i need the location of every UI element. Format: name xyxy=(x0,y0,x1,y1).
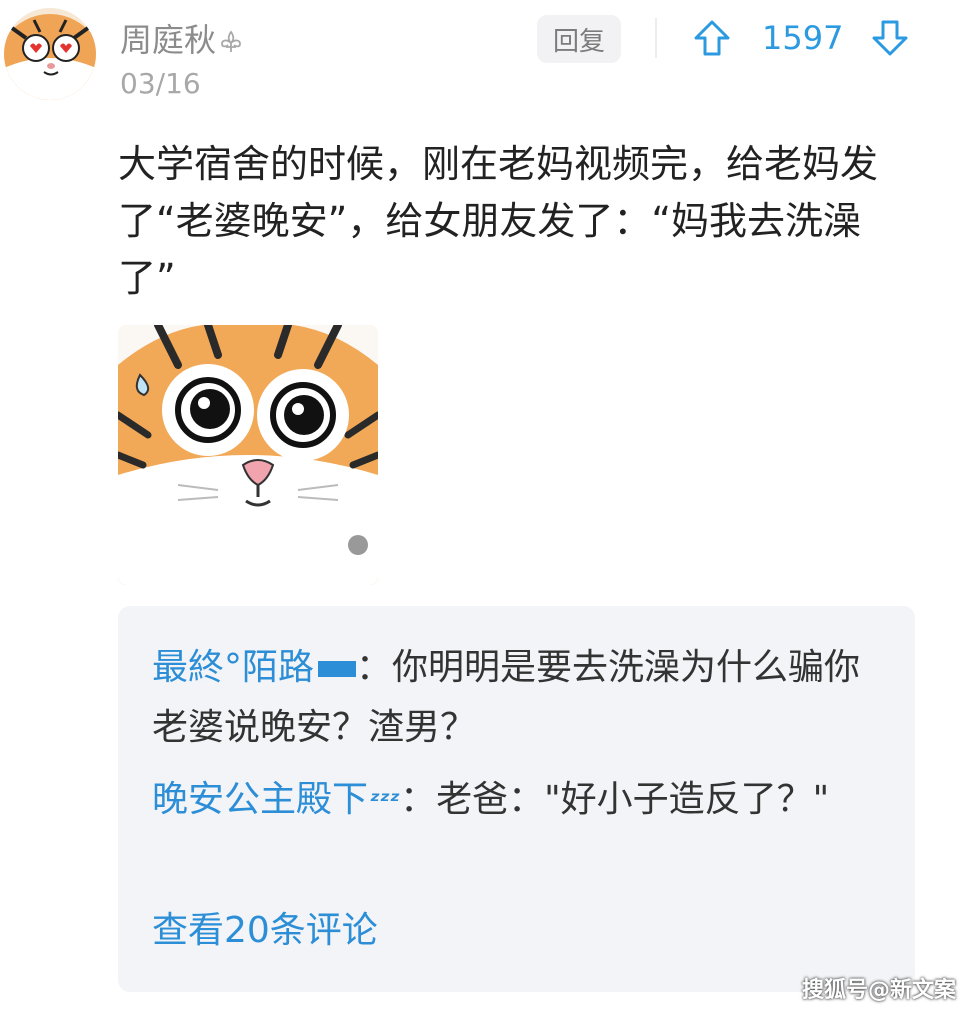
watermark: 搜狐号@新文案 xyxy=(802,978,957,1003)
tiger-sticker-icon[interactable] xyxy=(118,325,378,585)
view-more-comments-link[interactable]: 查看20条评论 xyxy=(152,906,378,956)
replies-panel: 最終°陌路 ：你明明是要去洗澡为什么骗你老婆说晚安？渣男？ 晚安公主殿下ᶻᶻᶻ：老… xyxy=(118,606,915,992)
fleur-de-lis-icon xyxy=(221,30,241,52)
reply-separator: ： xyxy=(400,779,437,820)
reply-text: 老爸："好小子造反了？" xyxy=(436,779,830,820)
reply-item: 最終°陌路 ：你明明是要去洗澡为什么骗你老婆说晚安？渣男？ xyxy=(152,638,892,758)
divider xyxy=(655,18,657,58)
sleep-zzz-icon: ᶻᶻᶻ xyxy=(370,787,401,815)
comment-text: 大学宿舍的时候，刚在老妈视频完，给老妈发了“老婆晚安”，给女朋友发了：“妈我去洗… xyxy=(118,142,879,300)
badge-bar-icon xyxy=(318,661,357,677)
reply-button[interactable]: 回复 xyxy=(537,15,621,63)
username[interactable]: 周庭秋 xyxy=(120,20,244,60)
reply-item: 晚安公主殿下ᶻᶻᶻ：老爸："好小子造反了？" xyxy=(152,770,892,831)
arrow-down-icon[interactable] xyxy=(870,18,910,58)
comment-date: 03/16 xyxy=(120,67,201,100)
username-text[interactable]: 周庭秋 xyxy=(120,21,216,59)
reply-separator: ： xyxy=(356,647,393,688)
reply-author[interactable]: 晚安公主殿下 xyxy=(152,779,368,820)
avatar[interactable] xyxy=(4,8,96,100)
vote-count: 1597 xyxy=(762,19,844,57)
reply-author[interactable]: 最終°陌路 xyxy=(152,647,314,688)
arrow-up-icon[interactable] xyxy=(692,18,732,58)
